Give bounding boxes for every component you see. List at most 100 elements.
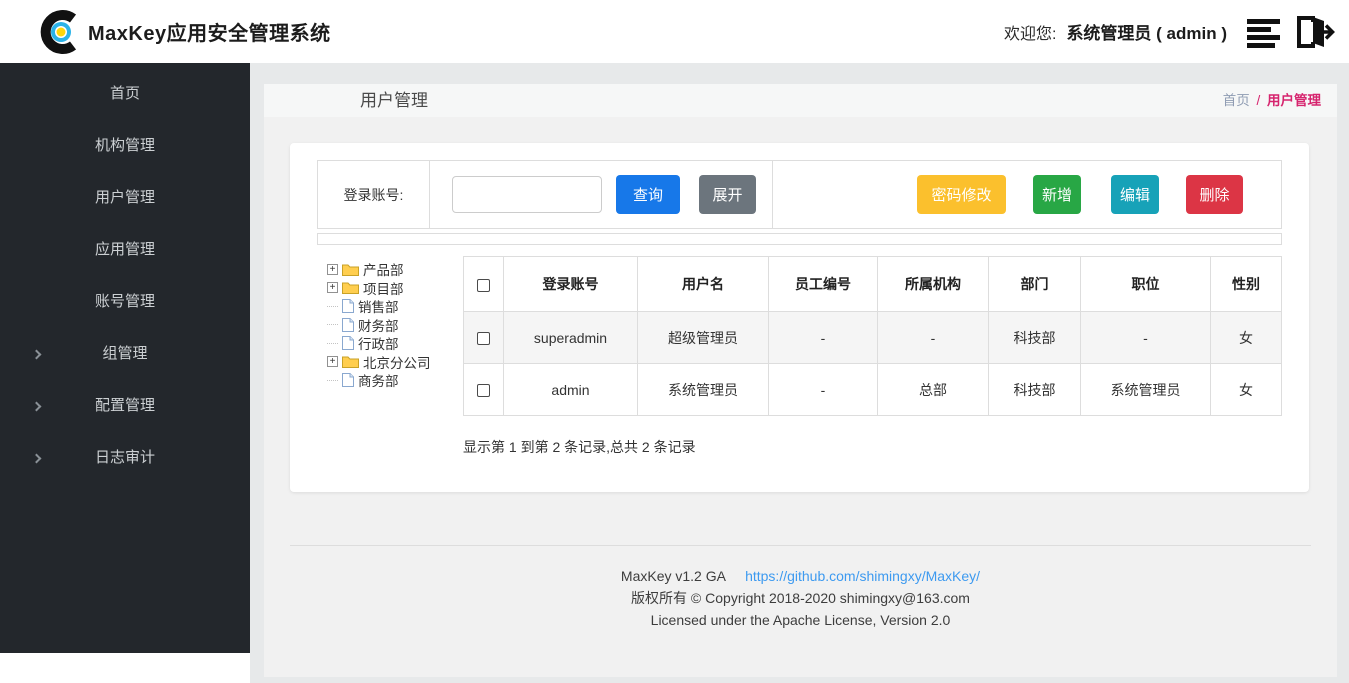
- sidebar-item-group[interactable]: 组管理: [0, 328, 250, 380]
- tree-connector: [327, 324, 338, 325]
- header-right: 欢迎您: 系统管理员 ( admin ): [1004, 12, 1335, 52]
- sidebar-item-label: 配置管理: [95, 397, 155, 414]
- row-checkbox[interactable]: [477, 332, 490, 345]
- tree-node-label: 销售部: [358, 296, 399, 316]
- expand-plus-icon[interactable]: +: [327, 356, 338, 367]
- tree-connector: [327, 306, 338, 307]
- search-controls: 查询 展开: [430, 175, 772, 214]
- cell-position: 系统管理员: [1081, 364, 1211, 416]
- sidebar-item-audit[interactable]: 日志审计: [0, 432, 250, 484]
- sidebar: 首页 机构管理 用户管理 应用管理 账号管理 组管理 配置管理 日志审计: [0, 63, 250, 683]
- tree-node[interactable]: 商务部: [327, 371, 463, 390]
- file-icon: [342, 336, 354, 350]
- footer-copyright: 版权所有 © Copyright 2018-2020 shimingxy@163…: [264, 587, 1337, 609]
- breadcrumb: 首页 / 用户管理: [1223, 84, 1321, 117]
- tree-node-label: 项目部: [363, 278, 404, 298]
- users-table: 登录账号 用户名 员工编号 所属机构 部门 职位 性别: [463, 256, 1282, 416]
- column-header: 用户名: [638, 257, 769, 312]
- sidebar-item-label: 机构管理: [95, 137, 155, 154]
- welcome-label: 欢迎您:: [1004, 20, 1056, 44]
- user-management-card: 登录账号: 查询 展开 密码修改 新增 编辑 删除: [290, 143, 1309, 492]
- sidebar-item-label: 组管理: [102, 345, 147, 362]
- delete-button[interactable]: 删除: [1186, 175, 1243, 214]
- tree-node[interactable]: + 项目部: [327, 279, 463, 298]
- breadcrumb-home-link[interactable]: 首页: [1223, 93, 1250, 108]
- current-user: 系统管理员 ( admin ): [1066, 19, 1227, 44]
- column-header: 职位: [1081, 257, 1211, 312]
- cell-gender: 女: [1211, 364, 1282, 416]
- sidebar-item-org[interactable]: 机构管理: [0, 120, 250, 172]
- select-all-checkbox[interactable]: [477, 279, 490, 292]
- expand-plus-icon[interactable]: +: [327, 282, 338, 293]
- tree-node[interactable]: 财务部: [327, 316, 463, 335]
- folder-icon: [342, 263, 359, 276]
- column-header: 员工编号: [769, 257, 878, 312]
- footer-version: MaxKey v1.2 GA: [621, 568, 725, 584]
- cell-login: admin: [504, 364, 638, 416]
- expand-button[interactable]: 展开: [699, 175, 756, 214]
- sidebar-item-label: 用户管理: [95, 189, 155, 206]
- chevron-right-icon: [32, 350, 42, 360]
- column-header: 性别: [1211, 257, 1282, 312]
- advanced-search-collapsed-strip: [317, 233, 1282, 245]
- menu-list-icon[interactable]: [1247, 16, 1281, 48]
- main-area: 用户管理 首页 / 用户管理 登录账号: 查询 展开: [250, 63, 1349, 683]
- action-buttons: 密码修改 新增 编辑 删除: [917, 175, 1281, 214]
- table-row[interactable]: admin 系统管理员 - 总部 科技部 系统管理员 女: [464, 364, 1282, 416]
- cell-gender: 女: [1211, 312, 1282, 364]
- footer-license: Licensed under the Apache License, Versi…: [264, 609, 1337, 631]
- tree-node[interactable]: 行政部: [327, 334, 463, 353]
- query-button[interactable]: 查询: [616, 175, 680, 214]
- add-button[interactable]: 新增: [1033, 175, 1081, 214]
- tree-node-label: 商务部: [358, 370, 399, 390]
- record-summary: 显示第 1 到第 2 条记录,总共 2 条记录: [463, 437, 1282, 457]
- breadcrumb-separator: /: [1256, 93, 1260, 108]
- file-icon: [342, 373, 354, 387]
- sidebar-menu: 首页 机构管理 用户管理 应用管理 账号管理 组管理 配置管理 日志审计: [0, 63, 250, 653]
- sidebar-item-home[interactable]: 首页: [0, 68, 250, 120]
- sidebar-item-label: 日志审计: [95, 449, 155, 466]
- select-all-cell: [464, 257, 504, 312]
- panel-divider: [772, 161, 773, 228]
- cell-emp-no: -: [769, 312, 878, 364]
- table-row[interactable]: superadmin 超级管理员 - - 科技部 - 女: [464, 312, 1282, 364]
- sidebar-item-label: 应用管理: [95, 241, 155, 258]
- login-account-input[interactable]: [452, 176, 602, 213]
- column-header: 登录账号: [504, 257, 638, 312]
- maxkey-logo-icon: [38, 9, 84, 55]
- tree-node[interactable]: + 产品部: [327, 260, 463, 279]
- tree-node[interactable]: + 北京分公司: [327, 353, 463, 372]
- login-account-label: 登录账号:: [318, 161, 430, 228]
- sidebar-item-app[interactable]: 应用管理: [0, 224, 250, 276]
- edit-button[interactable]: 编辑: [1111, 175, 1159, 214]
- cell-login: superadmin: [504, 312, 638, 364]
- footer-github-link[interactable]: https://github.com/shimingxy/MaxKey/: [745, 568, 980, 584]
- cell-dept: 科技部: [989, 312, 1081, 364]
- password-modify-button[interactable]: 密码修改: [917, 175, 1006, 214]
- chevron-right-icon: [32, 454, 42, 464]
- table-area: 登录账号 用户名 员工编号 所属机构 部门 职位 性别: [463, 256, 1282, 457]
- breadcrumb-current: 用户管理: [1267, 93, 1321, 108]
- file-icon: [342, 299, 354, 313]
- row-checkbox[interactable]: [477, 384, 490, 397]
- cell-dept: 科技部: [989, 364, 1081, 416]
- brand: MaxKey应用安全管理系统: [38, 9, 331, 55]
- file-icon: [342, 318, 354, 332]
- tree-node-label: 财务部: [358, 315, 399, 335]
- sidebar-item-label: 首页: [110, 85, 140, 102]
- tree-node-label: 产品部: [363, 259, 404, 279]
- cell-emp-no: -: [769, 364, 878, 416]
- content-panel: 用户管理 首页 / 用户管理 登录账号: 查询 展开: [264, 84, 1337, 677]
- cell-name: 系统管理员: [638, 364, 769, 416]
- sidebar-item-user[interactable]: 用户管理: [0, 172, 250, 224]
- tree-node[interactable]: 销售部: [327, 297, 463, 316]
- logout-icon[interactable]: [1291, 12, 1335, 52]
- search-panel: 登录账号: 查询 展开 密码修改 新增 编辑 删除: [317, 160, 1282, 229]
- table-header-row: 登录账号 用户名 员工编号 所属机构 部门 职位 性别: [464, 257, 1282, 312]
- cell-name: 超级管理员: [638, 312, 769, 364]
- sidebar-item-account[interactable]: 账号管理: [0, 276, 250, 328]
- app-header: MaxKey应用安全管理系统 欢迎您: 系统管理员 ( admin ): [0, 0, 1349, 63]
- footer-divider: [290, 545, 1311, 546]
- sidebar-item-config[interactable]: 配置管理: [0, 380, 250, 432]
- expand-plus-icon[interactable]: +: [327, 264, 338, 275]
